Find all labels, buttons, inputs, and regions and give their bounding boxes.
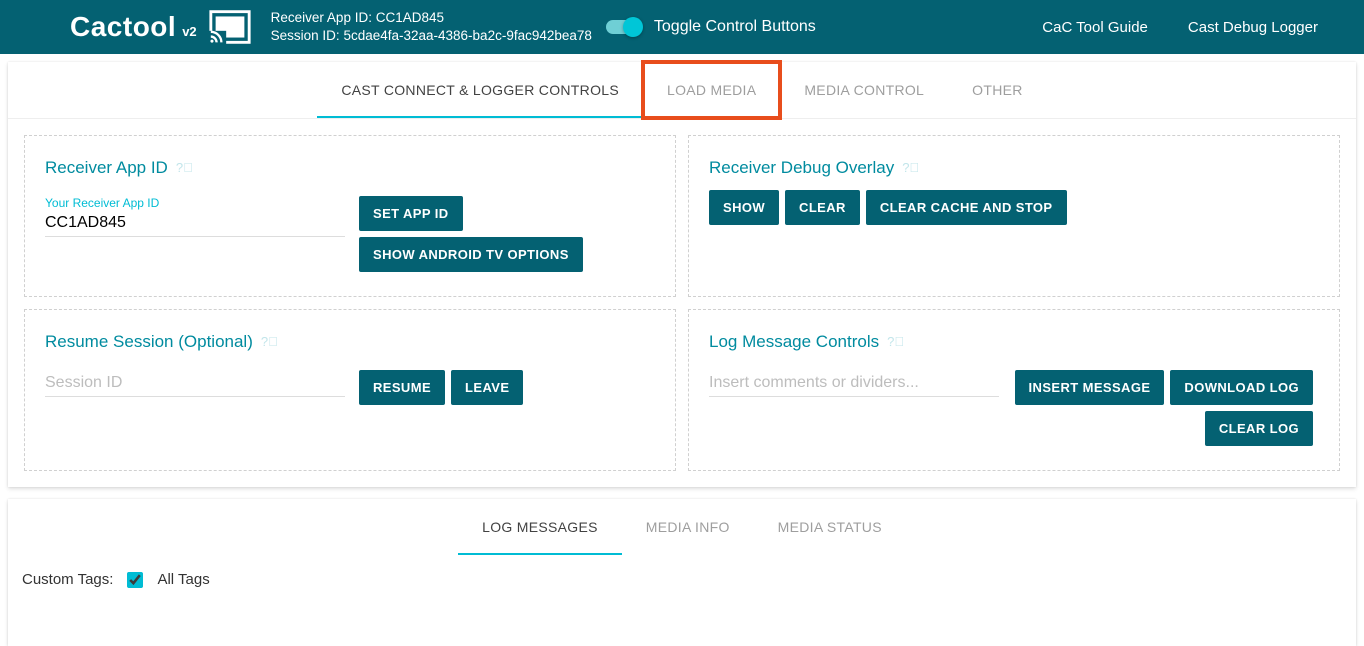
receiver-app-id-value: CC1AD845 bbox=[376, 10, 444, 25]
brand-version: v2 bbox=[182, 24, 196, 39]
receiver-app-id-label: Receiver App ID: bbox=[271, 10, 372, 25]
clear-log-button[interactable]: CLEAR LOG bbox=[1205, 411, 1313, 446]
debug-show-button[interactable]: SHOW bbox=[709, 190, 779, 225]
receiver-app-id-input-label: Your Receiver App ID bbox=[45, 196, 345, 210]
panel-log-message-controls: Log Message Controls ?⃝ INSERT MESSAGE D… bbox=[688, 309, 1340, 471]
download-log-button[interactable]: DOWNLOAD LOG bbox=[1170, 370, 1313, 405]
tab-load-media[interactable]: LOAD MEDIA bbox=[643, 62, 780, 118]
toggle-control-buttons-block: Toggle Control Buttons bbox=[606, 18, 816, 36]
main-card: CAST CONNECT & LOGGER CONTROLS LOAD MEDI… bbox=[8, 62, 1356, 487]
panel-title: Receiver App ID bbox=[45, 158, 168, 178]
help-icon[interactable]: ?⃝ bbox=[261, 334, 278, 349]
debug-clear-button[interactable]: CLEAR bbox=[785, 190, 860, 225]
tab-media-control[interactable]: MEDIA CONTROL bbox=[780, 62, 948, 118]
show-android-tv-options-button[interactable]: SHOW ANDROID TV OPTIONS bbox=[359, 237, 583, 272]
all-tags-label: All Tags bbox=[157, 571, 209, 588]
tab-other[interactable]: OTHER bbox=[948, 62, 1047, 118]
toggle-control-buttons-switch[interactable] bbox=[606, 20, 640, 34]
main-tabs: CAST CONNECT & LOGGER CONTROLS LOAD MEDI… bbox=[8, 62, 1356, 119]
tab-log-messages[interactable]: LOG MESSAGES bbox=[458, 499, 622, 555]
insert-message-button[interactable]: INSERT MESSAGE bbox=[1015, 370, 1165, 405]
receiver-app-id-input[interactable] bbox=[45, 210, 345, 237]
session-id-input[interactable] bbox=[45, 370, 345, 397]
tab-media-status[interactable]: MEDIA STATUS bbox=[754, 499, 906, 555]
toggle-control-buttons-label: Toggle Control Buttons bbox=[654, 18, 816, 36]
leave-button[interactable]: LEAVE bbox=[451, 370, 523, 405]
panel-title: Resume Session (Optional) bbox=[45, 332, 253, 352]
header-links: CaC Tool Guide Cast Debug Logger bbox=[1042, 19, 1348, 36]
panel-title: Receiver Debug Overlay bbox=[709, 158, 894, 178]
custom-tags-label: Custom Tags: bbox=[22, 571, 113, 588]
set-app-id-button[interactable]: SET APP ID bbox=[359, 196, 463, 231]
session-id-value: 5cdae4fa-32aa-4386-ba2c-9fac942bea78 bbox=[343, 28, 591, 43]
session-id-label: Session ID: bbox=[271, 28, 340, 43]
panel-title: Log Message Controls bbox=[709, 332, 879, 352]
brand-name: Cactool bbox=[70, 11, 176, 43]
brand: Cactool v2 bbox=[70, 11, 197, 43]
panel-receiver-debug-overlay: Receiver Debug Overlay ?⃝ SHOW CLEAR CLE… bbox=[688, 135, 1340, 297]
cast-icon[interactable] bbox=[207, 9, 253, 45]
app-header: Cactool v2 Receiver App ID: CC1AD845 Ses… bbox=[0, 0, 1364, 54]
debug-clear-cache-stop-button[interactable]: CLEAR CACHE AND STOP bbox=[866, 190, 1067, 225]
cactool-guide-link[interactable]: CaC Tool Guide bbox=[1042, 19, 1148, 36]
help-icon[interactable]: ?⃝ bbox=[887, 334, 904, 349]
log-card: LOG MESSAGES MEDIA INFO MEDIA STATUS Cus… bbox=[8, 499, 1356, 646]
log-comment-input[interactable] bbox=[709, 370, 999, 397]
tab-media-info[interactable]: MEDIA INFO bbox=[622, 499, 754, 555]
all-tags-checkbox[interactable] bbox=[127, 572, 143, 588]
log-tabs: LOG MESSAGES MEDIA INFO MEDIA STATUS bbox=[8, 499, 1356, 555]
help-icon[interactable]: ?⃝ bbox=[176, 160, 193, 175]
panels-grid: Receiver App ID ?⃝ Your Receiver App ID … bbox=[8, 119, 1356, 487]
panel-receiver-app-id: Receiver App ID ?⃝ Your Receiver App ID … bbox=[24, 135, 676, 297]
session-ids: Receiver App ID: CC1AD845 Session ID: 5c… bbox=[271, 9, 592, 45]
help-icon[interactable]: ?⃝ bbox=[902, 160, 919, 175]
cast-debug-logger-link[interactable]: Cast Debug Logger bbox=[1188, 19, 1318, 36]
tab-cast-connect[interactable]: CAST CONNECT & LOGGER CONTROLS bbox=[317, 62, 643, 118]
panel-resume-session: Resume Session (Optional) ?⃝ RESUME LEAV… bbox=[24, 309, 676, 471]
resume-button[interactable]: RESUME bbox=[359, 370, 445, 405]
